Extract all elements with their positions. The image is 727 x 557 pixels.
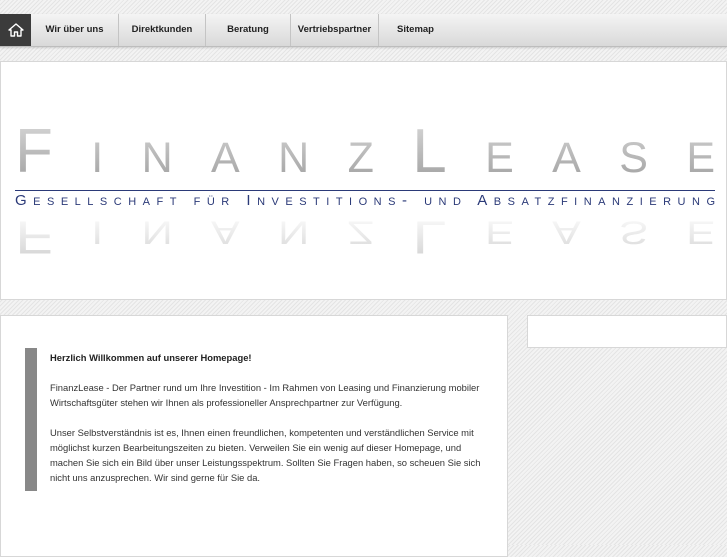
logo-title: FinanzLease — [15, 118, 715, 178]
intro-paragraph: FinanzLease - Der Partner rund um Ihre I… — [50, 382, 480, 408]
header-banner: FinanzLease Gesellschaft für Investition… — [0, 61, 727, 300]
welcome-content: Herzlich Willkommen auf unserer Homepage… — [0, 315, 508, 557]
logo-title-reflection: FinanzLease — [15, 212, 715, 262]
home-icon — [7, 23, 24, 37]
logo-subtitle: Gesellschaft für Investitions- und Absat… — [15, 192, 715, 207]
nav-item-beratung[interactable]: Beratung — [206, 14, 291, 46]
sidebar-box — [527, 315, 727, 348]
welcome-heading: Herzlich Willkommen auf unserer Homepage… — [50, 352, 252, 363]
nav-item-wir-ueber-uns[interactable]: Wir über uns — [31, 14, 119, 46]
nav-item-sitemap[interactable]: Sitemap — [379, 14, 452, 46]
service-paragraph: Unser Selbstverständnis ist es, Ihnen ei… — [50, 427, 481, 483]
logo-subtitle-svg: Gesellschaft für Investitions- und Absat… — [15, 192, 715, 207]
nav-item-vertriebspartner[interactable]: Vertriebspartner — [291, 14, 379, 46]
nav-item-direktkunden[interactable]: Direktkunden — [119, 14, 206, 46]
top-stripe — [0, 0, 727, 14]
main-navigation: Wir über uns Direktkunden Beratung Vertr… — [0, 14, 727, 47]
accent-bar — [25, 348, 37, 491]
nav-home-button[interactable] — [0, 14, 31, 46]
logo-reflection: FinanzLease — [15, 212, 715, 262]
welcome-text: Herzlich Willkommen auf unserer Homepage… — [50, 350, 490, 500]
company-logo: FinanzLease — [15, 118, 715, 178]
